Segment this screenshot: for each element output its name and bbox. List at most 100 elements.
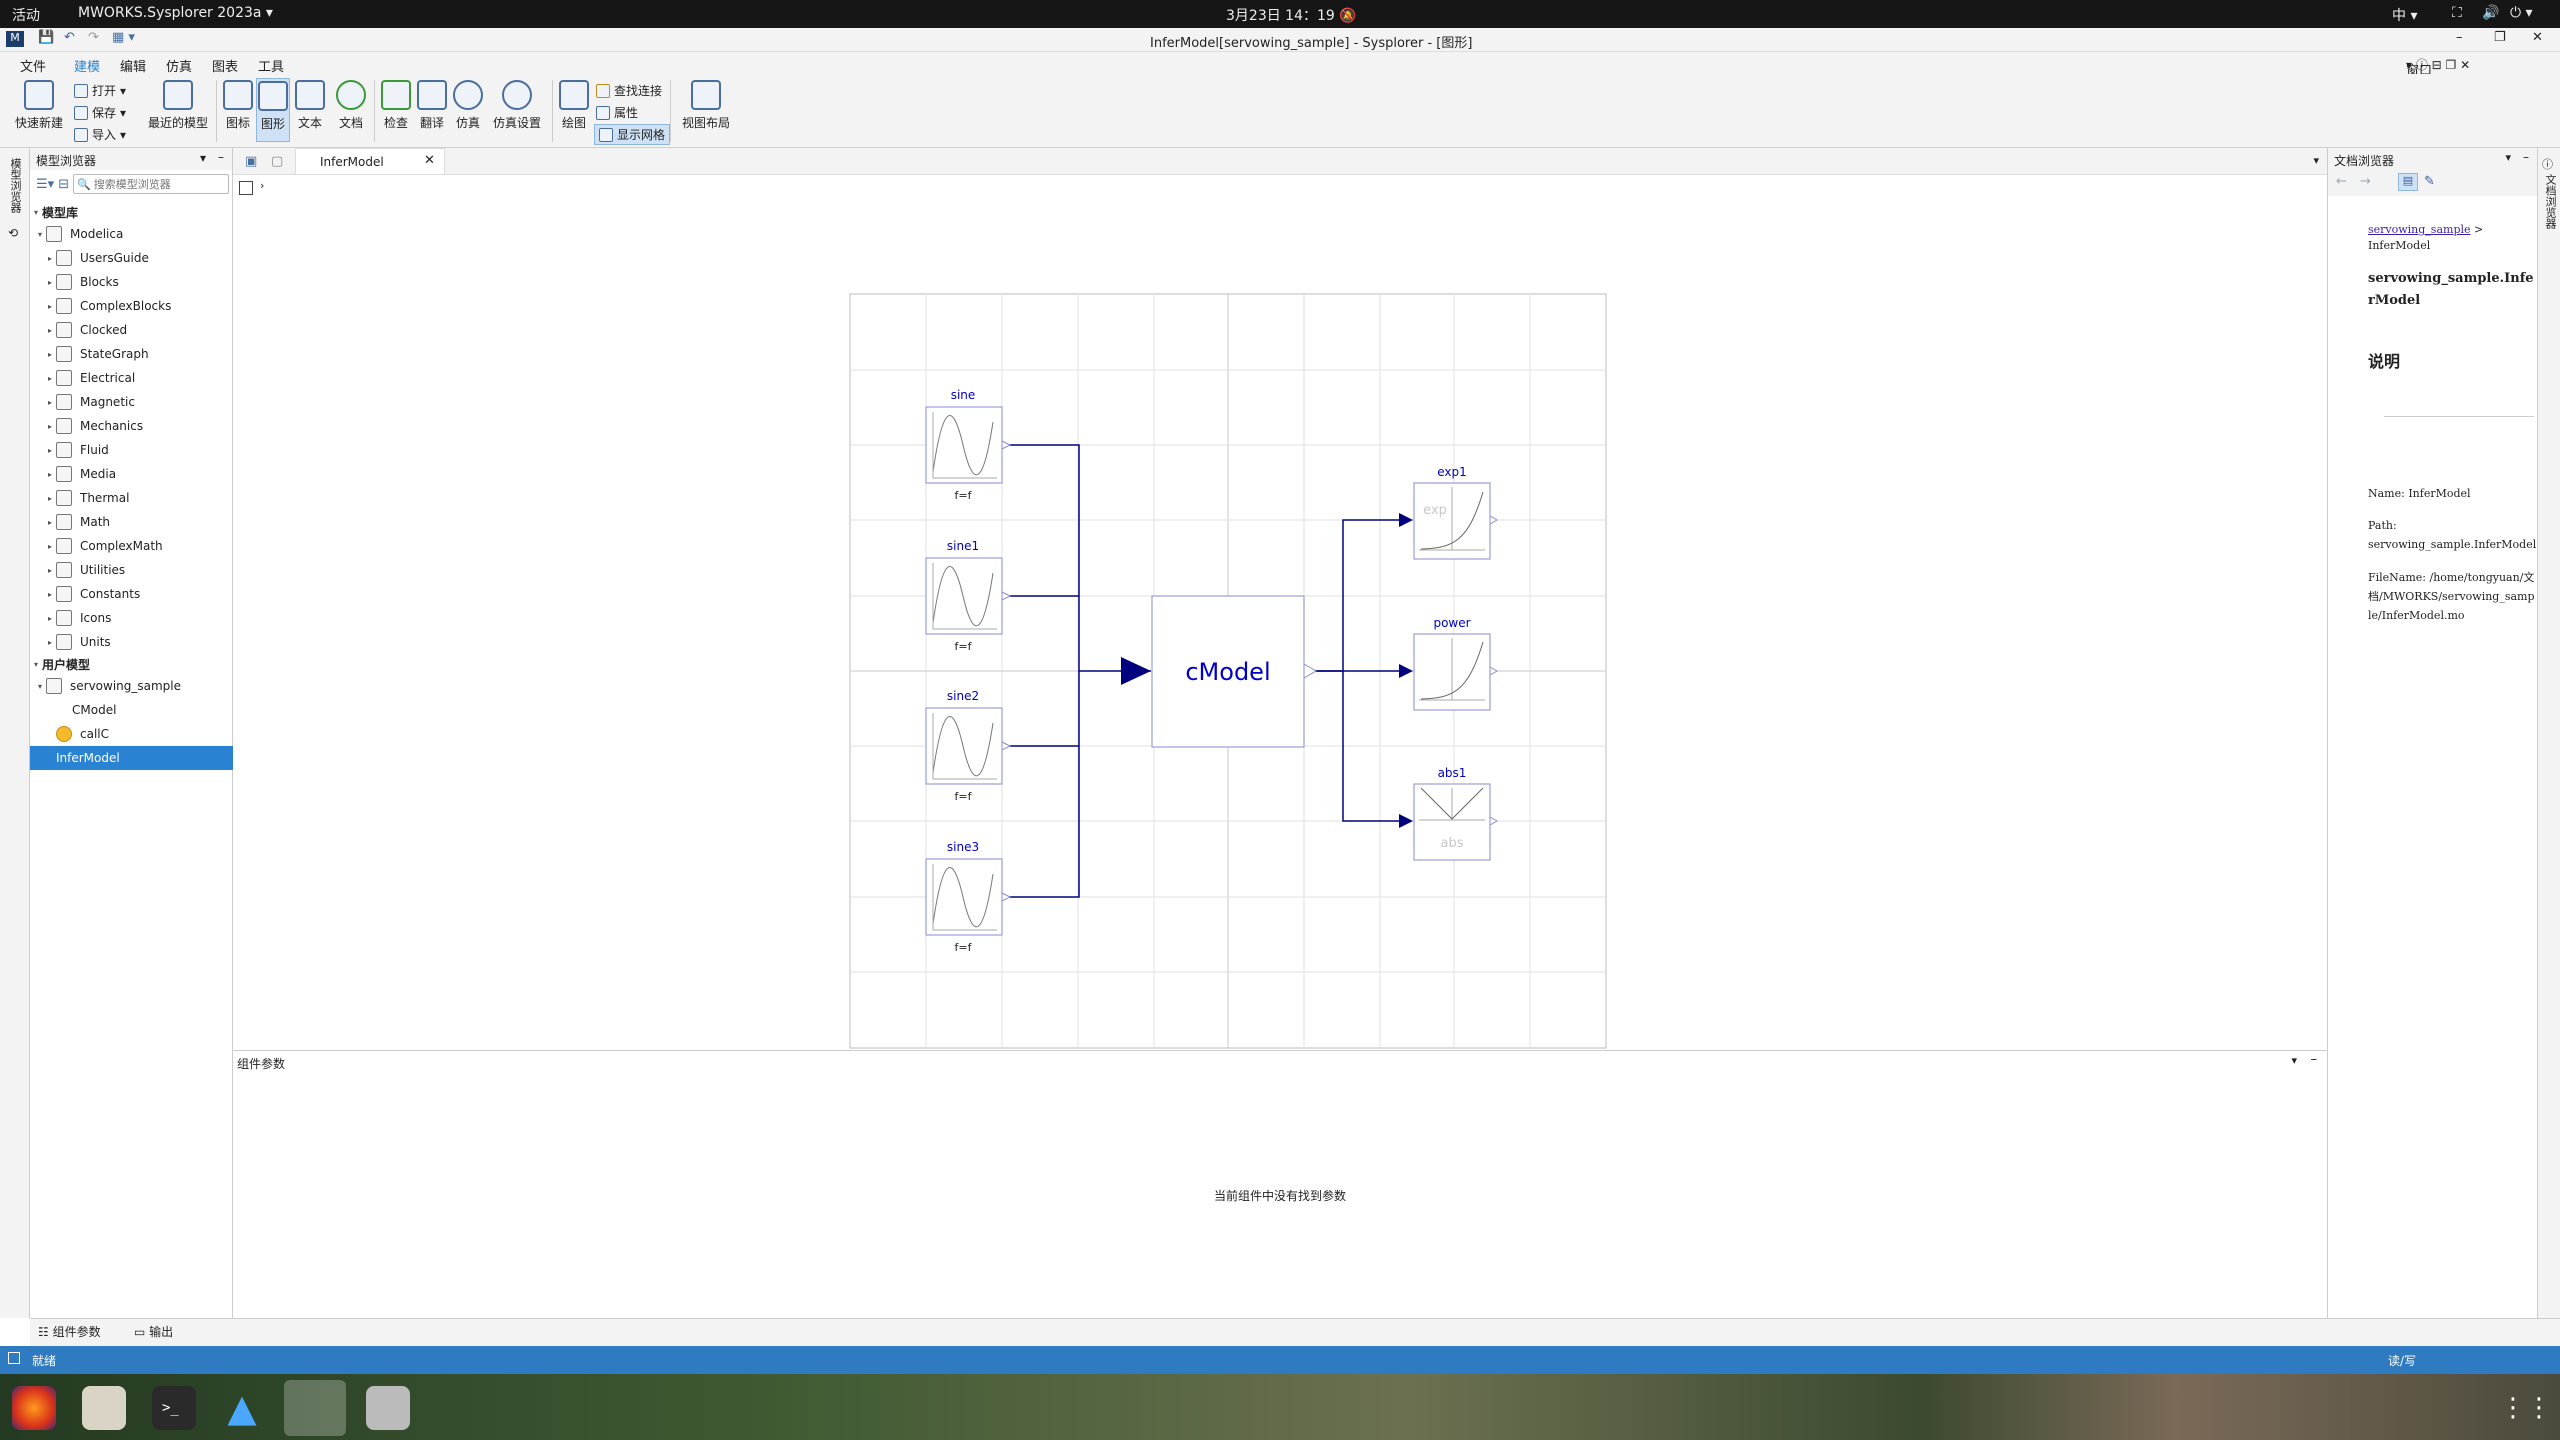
- app-menu[interactable]: MWORKS.Sysplorer 2023a ▾: [78, 5, 273, 21]
- cmodel-block[interactable]: cModel: [1151, 595, 1317, 748]
- model-browser-side-tab[interactable]: 模型浏览器: [7, 158, 23, 213]
- tree-item[interactable]: ▸ UsersGuide: [30, 246, 233, 270]
- tree-item[interactable]: callC: [30, 722, 233, 746]
- files-icon[interactable]: [82, 1386, 126, 1430]
- usb-icon[interactable]: [366, 1386, 410, 1430]
- tree-item[interactable]: ▾ Modelica: [30, 222, 233, 246]
- view-layout-button[interactable]: 视图布局: [678, 80, 734, 131]
- undo-icon[interactable]: ↶: [64, 30, 75, 45]
- tab-component-params[interactable]: ☷ 组件参数: [38, 1323, 101, 1340]
- doc-view-icon[interactable]: ▤: [2398, 173, 2418, 191]
- diagram-mode-icon[interactable]: ▣: [245, 154, 257, 169]
- close-window-button[interactable]: ✕: [2532, 30, 2543, 45]
- menu-simulation[interactable]: 仿真: [166, 56, 192, 75]
- simulate-button[interactable]: 仿真: [452, 80, 484, 131]
- tree-section-header[interactable]: ▾ 用户模型: [30, 652, 233, 676]
- panel-minimize-icon[interactable]: –: [218, 150, 224, 164]
- ime-indicator[interactable]: 中 ▾: [2392, 5, 2417, 25]
- panel-menu-icon[interactable]: ▾: [200, 151, 206, 165]
- expand-arrow-icon[interactable]: ▸: [44, 254, 56, 263]
- tree-item[interactable]: CModel: [30, 698, 233, 722]
- tree-item[interactable]: ▸ ComplexMath: [30, 534, 233, 558]
- expand-arrow-icon[interactable]: ▸: [44, 590, 56, 599]
- tree-section-header[interactable]: ▾ 模型库: [30, 200, 233, 224]
- tab-infermodel[interactable]: InferModel ✕: [295, 148, 445, 174]
- tree-item[interactable]: InferModel: [30, 746, 233, 770]
- expand-arrow-icon[interactable]: ▸: [44, 614, 56, 623]
- menu-window[interactable]: 窗口 ▾ ⓘ ⊟ ❐ ✕: [2406, 56, 2470, 79]
- sysplorer-active-icon[interactable]: [284, 1380, 346, 1436]
- expand-arrow-icon[interactable]: ▸: [44, 398, 56, 407]
- quick-new-button[interactable]: 快速新建: [12, 80, 66, 131]
- expand-arrow-icon[interactable]: ▸: [44, 638, 56, 647]
- menu-file[interactable]: 文件: [20, 56, 46, 75]
- check-button[interactable]: 检查: [380, 80, 412, 131]
- forward-icon[interactable]: →: [2360, 174, 2371, 189]
- expand-arrow-icon[interactable]: ▾: [30, 208, 42, 217]
- sim-settings-button[interactable]: 仿真设置: [490, 80, 544, 131]
- collapse-icon[interactable]: ⊟: [58, 177, 69, 192]
- expand-arrow-icon[interactable]: ▸: [44, 446, 56, 455]
- tree-item[interactable]: ▾ servowing_sample: [30, 674, 233, 698]
- redo-icon[interactable]: ↷: [88, 30, 99, 45]
- expand-arrow-icon[interactable]: ▾: [34, 682, 46, 691]
- tree-item[interactable]: ▸ Utilities: [30, 558, 233, 582]
- tree-item[interactable]: ▸ ComplexBlocks: [30, 294, 233, 318]
- doc-panel-menu-icon[interactable]: ▾: [2505, 151, 2511, 164]
- icon-mode-icon[interactable]: ▢: [271, 154, 283, 169]
- volume-icon[interactable]: 🔊: [2482, 5, 2499, 21]
- diagram-view-button[interactable]: 图形: [256, 78, 290, 142]
- tree-item[interactable]: ▸ Clocked: [30, 318, 233, 342]
- back-icon[interactable]: ←: [2336, 174, 2347, 189]
- network-icon[interactable]: ⛶: [2452, 5, 2462, 21]
- open-button[interactable]: 打开 ▾: [74, 82, 126, 99]
- params-menu-icon[interactable]: ▾: [2291, 1054, 2297, 1067]
- doc-info-icon[interactable]: ⓘ: [2542, 156, 2553, 172]
- firefox-icon[interactable]: [12, 1386, 56, 1430]
- doc-browser-side-tab[interactable]: 文档浏览器: [2542, 174, 2558, 229]
- app-grid-icon[interactable]: ⋮⋮: [2500, 1386, 2552, 1430]
- sysplorer-icon[interactable]: ▲: [220, 1386, 264, 1430]
- menu-tools[interactable]: 工具: [258, 56, 284, 75]
- show-grid-toggle[interactable]: 显示网格: [594, 124, 671, 145]
- tree-item[interactable]: ▸ Math: [30, 510, 233, 534]
- expand-arrow-icon[interactable]: ▸: [44, 302, 56, 311]
- doc-link-servowing[interactable]: servowing_sample: [2368, 223, 2471, 236]
- clock[interactable]: 3月23日 14：19 🔕: [1226, 5, 1357, 25]
- save-button[interactable]: 保存 ▾: [74, 104, 126, 121]
- menu-chart[interactable]: 图表: [212, 56, 238, 75]
- find-connection-button[interactable]: 查找连接: [596, 82, 662, 99]
- tree-item[interactable]: ▸ Units: [30, 630, 233, 654]
- layout-quick-icon[interactable]: ▦ ▾: [112, 30, 135, 45]
- params-minimize-icon[interactable]: –: [2311, 1052, 2318, 1067]
- diagram-canvas[interactable]: sine f=f sine1 f=f sine2 f=f sine3 f=f c…: [233, 202, 2327, 1050]
- close-tab-icon[interactable]: ✕: [424, 153, 435, 168]
- tree-item[interactable]: ▸ Electrical: [30, 366, 233, 390]
- tree-item[interactable]: ▸ Constants: [30, 582, 233, 606]
- menu-edit[interactable]: 编辑: [120, 56, 146, 75]
- expand-arrow-icon[interactable]: ▸: [44, 470, 56, 479]
- tree-item[interactable]: ▸ Mechanics: [30, 414, 233, 438]
- translate-button[interactable]: 翻译: [416, 80, 448, 131]
- minimize-button[interactable]: –: [2456, 30, 2463, 45]
- tree-item[interactable]: ▸ StateGraph: [30, 342, 233, 366]
- breadcrumb-home-icon[interactable]: [239, 181, 253, 195]
- tab-output[interactable]: ▭ 输出: [134, 1323, 173, 1340]
- text-view-button[interactable]: 文本: [294, 80, 326, 131]
- expand-arrow-icon[interactable]: ▸: [44, 278, 56, 287]
- tree-view-icon[interactable]: ☰▾: [36, 177, 54, 192]
- expand-arrow-icon[interactable]: ▸: [44, 326, 56, 335]
- diagram-svg[interactable]: sine f=f sine1 f=f sine2 f=f sine3 f=f c…: [233, 202, 2327, 1050]
- model-search-field[interactable]: 🔍: [73, 174, 229, 194]
- tree-item[interactable]: ▸ Magnetic: [30, 390, 233, 414]
- expand-arrow-icon[interactable]: ▾: [30, 660, 42, 669]
- save-quick-icon[interactable]: 💾: [38, 30, 54, 45]
- tree-item[interactable]: ▸ Fluid: [30, 438, 233, 462]
- doc-view-button[interactable]: 文档: [334, 80, 368, 131]
- doc-panel-minimize-icon[interactable]: –: [2523, 150, 2529, 164]
- history-icon[interactable]: ⟲: [8, 226, 18, 240]
- breadcrumb-arrow-icon[interactable]: ›: [260, 179, 264, 192]
- expand-arrow-icon[interactable]: ▸: [44, 374, 56, 383]
- power-icon[interactable]: ⏻ ▾: [2510, 5, 2533, 21]
- tree-item[interactable]: ▸ Media: [30, 462, 233, 486]
